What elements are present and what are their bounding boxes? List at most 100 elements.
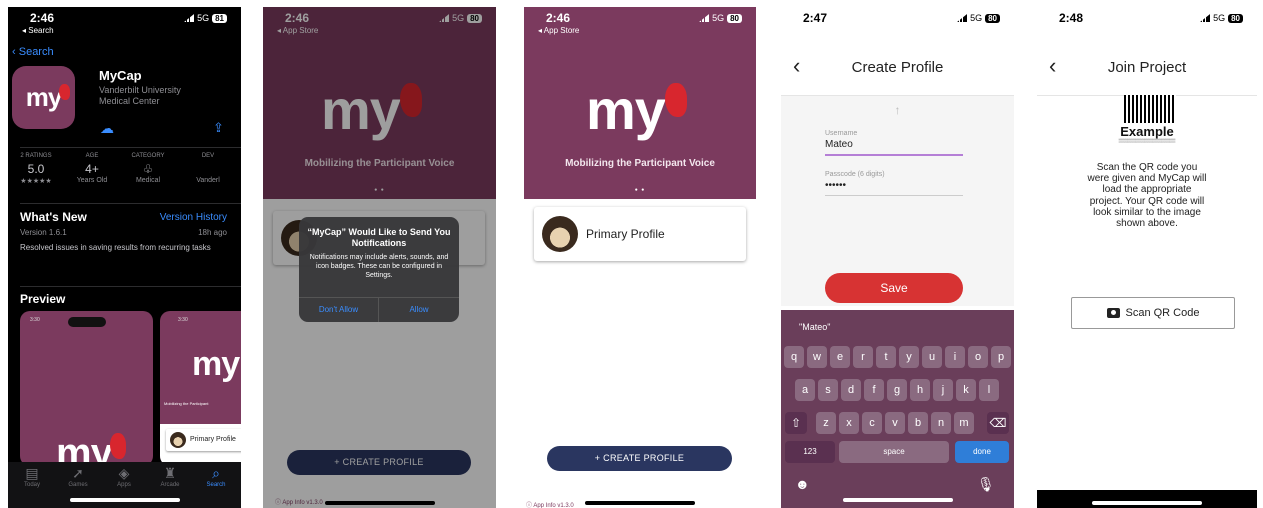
status-bar: 2:48 5G 80	[1037, 7, 1257, 43]
tab-search[interactable]: ⌕ Search	[196, 465, 236, 488]
allow-button[interactable]: Allow	[379, 298, 459, 322]
stat-label: 2 RATINGS	[20, 153, 52, 159]
create-profile-button[interactable]: + CREATE PROFILE	[547, 446, 732, 471]
numbers-key[interactable]: 123	[785, 441, 835, 463]
home-indicator	[69, 498, 180, 502]
search-icon: ⌕	[212, 465, 220, 481]
dont-allow-button[interactable]: Don't Allow	[299, 298, 379, 322]
search-back-button[interactable]: ‹ Search	[12, 46, 54, 58]
passcode-value: ••••••	[825, 180, 847, 191]
status-bar: 2:47 5G 80	[781, 7, 1014, 43]
key-h[interactable]: h	[910, 379, 930, 401]
key-y[interactable]: y	[899, 346, 919, 368]
back-to-app-link[interactable]: ◂ Search	[22, 26, 54, 35]
key-t[interactable]: t	[876, 346, 896, 368]
tab-games[interactable]: ➚ Games	[58, 465, 98, 488]
back-to-app-store-link[interactable]: ◂ App Store	[538, 26, 579, 35]
alert-title: “MyCap” Would Like to Send You Notificat…	[307, 227, 451, 248]
key-z[interactable]: z	[816, 412, 836, 434]
tab-today[interactable]: ▤ Today	[12, 465, 52, 488]
signal-icon	[184, 14, 195, 22]
preview-screenshot[interactable]: 3:30 my	[20, 311, 153, 466]
home-indicator	[1092, 501, 1202, 505]
nav-bar: ‹ Create Profile	[781, 43, 1014, 96]
qr-example-label: Example	[1120, 124, 1174, 139]
key-o[interactable]: o	[968, 346, 988, 368]
stat-sub: Years Old	[76, 177, 108, 184]
search-back-label: Search	[18, 46, 54, 58]
key-q[interactable]: q	[784, 346, 804, 368]
stat-sub: Vanderl	[196, 177, 220, 184]
qr-code-example-image	[1124, 95, 1176, 123]
key-g[interactable]: g	[887, 379, 907, 401]
scan-instructions: Scan the QR code you were given and MyCa…	[1087, 162, 1207, 230]
joystick-icon: ♜	[163, 465, 177, 481]
divider	[20, 286, 241, 287]
battery-icon: 80	[727, 13, 742, 23]
key-k[interactable]: k	[956, 379, 976, 401]
key-a[interactable]: a	[795, 379, 815, 401]
developer-name[interactable]: Vanderbilt University Medical Center	[99, 85, 199, 107]
version-label: Version 1.6.1	[20, 228, 67, 237]
app-name: MyCap	[99, 68, 142, 83]
preview-profile-card: Primary Profile	[166, 429, 241, 451]
key-u[interactable]: u	[922, 346, 942, 368]
key-m[interactable]: m	[954, 412, 974, 434]
stat-label: DEV	[201, 153, 215, 159]
network-label: 5G	[712, 13, 725, 23]
key-v[interactable]: v	[885, 412, 905, 434]
preview-screenshot[interactable]: 3:30 my Mobilizing the Participant Prima…	[160, 311, 241, 466]
app-info-link[interactable]: ⓘ App Info v1.3.0	[526, 500, 574, 508]
bottom-bar	[1037, 490, 1257, 508]
key-x[interactable]: x	[839, 412, 859, 434]
key-p[interactable]: p	[991, 346, 1011, 368]
preview-logo: my	[56, 431, 126, 466]
home-indicator	[842, 498, 953, 502]
key-e[interactable]: e	[830, 346, 850, 368]
key-b[interactable]: b	[908, 412, 928, 434]
username-field[interactable]: Username Mateo	[825, 130, 963, 156]
space-key[interactable]: space	[839, 441, 949, 463]
version-history-link[interactable]: Version History	[160, 212, 227, 223]
profile-list-screen: 2:46 ◂ App Store 5G 80 my Mobilizing the…	[524, 7, 756, 508]
passcode-field[interactable]: Passcode (6 digits) ••••••	[825, 171, 963, 196]
backspace-key-icon[interactable]: ⌫	[987, 412, 1009, 434]
key-w[interactable]: w	[807, 346, 827, 368]
download-cloud-icon[interactable]: ☁	[100, 120, 114, 137]
autocomplete-suggestion[interactable]: "Mateo"	[799, 322, 830, 332]
emoji-icon[interactable]: ☻	[795, 476, 810, 492]
notification-alert: “MyCap” Would Like to Send You Notificat…	[299, 217, 459, 322]
join-project-screen: 2:48 5G 80 ‹ Join Project Example ▒▒▒▒▒▒…	[1037, 7, 1257, 508]
status-bar: 2:46 ◂ App Store 5G 80	[524, 7, 756, 43]
tab-arcade[interactable]: ♜ Arcade	[150, 465, 190, 488]
app-stats: 2 RATINGS 5.0 ★★★★★ AGE 4+ Years Old CAT…	[8, 153, 241, 193]
shift-key-icon[interactable]: ⇧	[785, 412, 807, 434]
key-f[interactable]: f	[864, 379, 884, 401]
qr-example-caption: ▒▒▒▒▒▒▒▒▒▒▒▒▒▒▒▒▒▒▒▒	[1118, 138, 1176, 143]
battery-icon: 80	[1228, 13, 1243, 23]
share-icon[interactable]: ⇪	[213, 120, 224, 136]
key-c[interactable]: c	[862, 412, 882, 434]
preview-heading: Preview	[20, 292, 66, 306]
key-j[interactable]: j	[933, 379, 953, 401]
key-d[interactable]: d	[841, 379, 861, 401]
key-i[interactable]: i	[945, 346, 965, 368]
scan-qr-code-button[interactable]: Scan QR Code	[1071, 297, 1235, 329]
tab-apps[interactable]: ◈ Apps	[104, 465, 144, 488]
done-key[interactable]: done	[955, 441, 1009, 463]
status-indicators: 5G 80	[699, 13, 742, 23]
preview-logo: my	[192, 345, 240, 383]
primary-profile-card[interactable]: Primary Profile	[534, 207, 746, 261]
stat-sub: Medical	[135, 177, 161, 184]
mycap-logo: my	[586, 77, 687, 142]
key-r[interactable]: r	[853, 346, 873, 368]
save-button[interactable]: Save	[825, 273, 963, 303]
key-s[interactable]: s	[818, 379, 838, 401]
logo-text: my	[586, 78, 666, 141]
status-bar: 2:46 ◂ Search 5G 81	[8, 7, 241, 43]
key-l[interactable]: l	[979, 379, 999, 401]
key-n[interactable]: n	[931, 412, 951, 434]
page-title: Join Project	[1107, 59, 1187, 76]
microphone-icon[interactable]: 🎙	[977, 476, 995, 493]
alert-message: Notifications may include alerts, sounds…	[309, 254, 449, 279]
